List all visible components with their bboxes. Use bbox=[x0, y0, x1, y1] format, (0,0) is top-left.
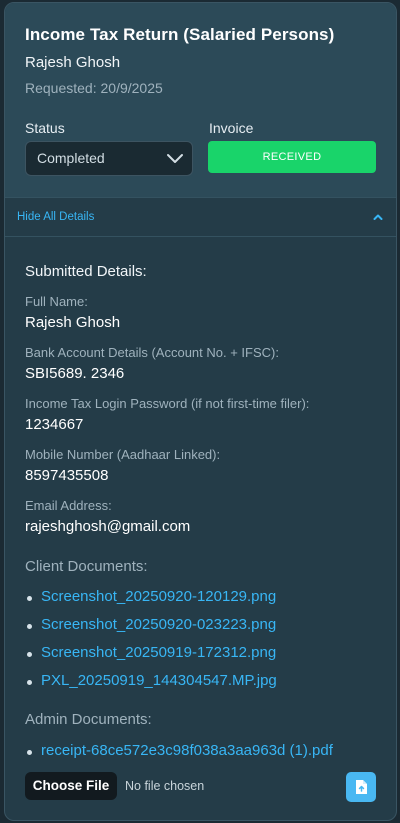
list-item: Screenshot_20250919-172312.png bbox=[25, 644, 277, 672]
invoice-received-button[interactable]: RECEIVED bbox=[208, 141, 376, 173]
file-upload-row: Choose File No file chosen bbox=[25, 772, 378, 802]
client-name: Rajesh Ghosh bbox=[25, 54, 121, 71]
chevron-up-icon bbox=[373, 214, 383, 220]
bullet-icon bbox=[27, 596, 32, 601]
hide-details-toggle[interactable]: Hide All Details bbox=[5, 197, 396, 237]
list-item: PXL_20250919_144304547.MP.jpg bbox=[25, 672, 277, 700]
hide-details-label: Hide All Details bbox=[17, 211, 95, 223]
client-document-link[interactable]: PXL_20250919_144304547.MP.jpg bbox=[41, 672, 277, 689]
bank-details-label: Bank Account Details (Account No. + IFSC… bbox=[25, 345, 279, 360]
admin-document-link[interactable]: receipt-68ce572e3c98f038a3aa963d (1).pdf bbox=[41, 742, 333, 759]
upload-button[interactable] bbox=[346, 772, 376, 802]
mobile-number-label: Mobile Number (Aadhaar Linked): bbox=[25, 447, 221, 462]
login-password-label: Income Tax Login Password (if not first-… bbox=[25, 396, 310, 411]
full-name-value: Rajesh Ghosh bbox=[25, 314, 121, 331]
client-document-link[interactable]: Screenshot_20250919-172312.png bbox=[41, 644, 276, 661]
client-documents-list: Screenshot_20250920-120129.png Screensho… bbox=[25, 588, 277, 700]
list-item: Screenshot_20250920-023223.png bbox=[25, 616, 277, 644]
full-name-label: Full Name: bbox=[25, 294, 88, 309]
card-header: Income Tax Return (Salaried Persons) Raj… bbox=[5, 3, 396, 197]
email-label: Email Address: bbox=[25, 498, 112, 513]
bullet-icon bbox=[27, 652, 32, 657]
login-password-value: 1234667 bbox=[25, 416, 84, 433]
client-document-link[interactable]: Screenshot_20250920-023223.png bbox=[41, 616, 276, 633]
list-item: Screenshot_20250920-120129.png bbox=[25, 588, 277, 616]
submitted-details-heading: Submitted Details: bbox=[25, 263, 147, 280]
status-label: Status bbox=[25, 120, 65, 136]
bullet-icon bbox=[27, 680, 32, 685]
list-item: receipt-68ce572e3c98f038a3aa963d (1).pdf bbox=[25, 742, 333, 770]
no-file-chosen-text: No file chosen bbox=[125, 779, 205, 793]
invoice-label: Invoice bbox=[209, 120, 254, 136]
chevron-down-icon bbox=[167, 154, 183, 163]
admin-documents-list: receipt-68ce572e3c98f038a3aa963d (1).pdf bbox=[25, 742, 333, 770]
upload-file-icon bbox=[356, 780, 367, 794]
service-request-card: Income Tax Return (Salaried Persons) Raj… bbox=[4, 2, 397, 821]
status-select[interactable]: Completed bbox=[25, 141, 193, 176]
mobile-number-value: 8597435508 bbox=[25, 467, 109, 484]
choose-file-button[interactable]: Choose File bbox=[25, 772, 117, 800]
client-documents-heading: Client Documents: bbox=[25, 558, 148, 575]
bullet-icon bbox=[27, 750, 32, 755]
email-value: rajeshghosh@gmail.com bbox=[25, 518, 191, 535]
status-select-value: Completed bbox=[37, 150, 105, 166]
bank-details-value: SBI5689. 2346 bbox=[25, 365, 125, 382]
admin-documents-heading: Admin Documents: bbox=[25, 711, 152, 728]
client-document-link[interactable]: Screenshot_20250920-120129.png bbox=[41, 588, 276, 605]
requested-date: Requested: 20/9/2025 bbox=[25, 80, 163, 96]
service-title: Income Tax Return (Salaried Persons) bbox=[25, 25, 335, 44]
bullet-icon bbox=[27, 624, 32, 629]
